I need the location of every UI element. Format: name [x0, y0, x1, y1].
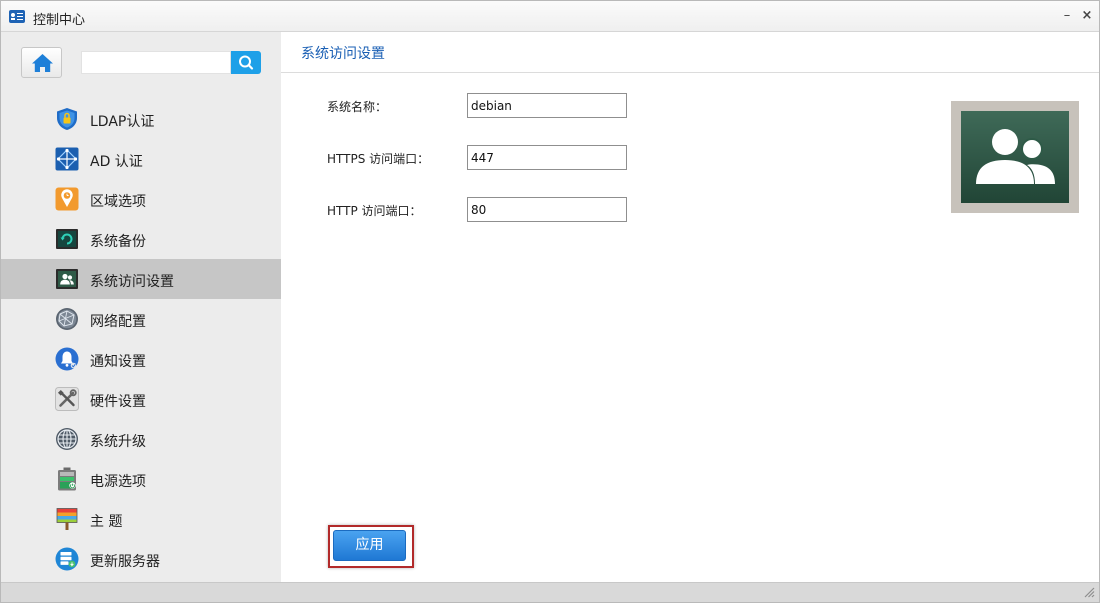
sidebar-item-label: 通知设置 [90, 354, 146, 370]
https-port-label: HTTPS 访问端口： [327, 152, 430, 166]
theme-brush-icon [56, 508, 78, 530]
access-avatar-frame [951, 101, 1079, 213]
update-server-icon [55, 547, 79, 571]
sidebar-item-label: AD 认证 [90, 154, 143, 170]
close-button[interactable]: × [1079, 8, 1095, 24]
sidebar-item-theme[interactable]: 主 题 [1, 499, 281, 539]
sidebar-item-backup[interactable]: 系统备份 [1, 219, 281, 259]
resize-grip-icon[interactable] [1084, 587, 1095, 598]
settings-nav: LDAP认证 AD 认证 区域选项 系统备份 系统访问设置 网络配置 通知设置 … [1, 99, 281, 579]
sidebar-item-label: 网络配置 [90, 314, 146, 330]
window-title: 控制中心 [33, 13, 86, 28]
sidebar-item-ldap[interactable]: LDAP认证 [1, 99, 281, 139]
ldap-shield-icon [57, 108, 77, 130]
tools-icon [55, 387, 79, 411]
content-header: 系统访问设置 [281, 32, 1099, 73]
system-name-field[interactable] [467, 93, 627, 118]
search-input[interactable] [81, 51, 231, 74]
sidebar-item-label: 区域选项 [90, 194, 146, 210]
page-title: 系统访问设置 [301, 46, 385, 62]
sidebar-item-label: 硬件设置 [90, 394, 146, 410]
battery-icon [58, 467, 76, 491]
users-icon [976, 129, 1055, 184]
apply-button[interactable]: 应用 [333, 530, 406, 561]
minimize-button[interactable]: – [1059, 8, 1075, 24]
sidebar-item-label: 系统备份 [90, 234, 146, 250]
status-bar [1, 582, 1099, 602]
sidebar-item-system-access[interactable]: 系统访问设置 [1, 259, 281, 299]
http-port-field[interactable] [467, 197, 627, 222]
search-icon [239, 55, 254, 70]
access-avatar [961, 111, 1069, 203]
users-access-icon [56, 269, 78, 289]
sidebar-item-power[interactable]: 电源选项 [1, 459, 281, 499]
sidebar: LDAP认证 AD 认证 区域选项 系统备份 系统访问设置 网络配置 通知设置 … [1, 32, 281, 582]
control-center-window: 控制中心 – × LDAP认证 AD 认证 区域选项 系统备份 系统访问设置 网… [0, 0, 1100, 603]
content-panel: 系统访问设置 系统名称： HTTPS 访问端口： HTTP 访问端口： 应用 [281, 32, 1099, 582]
sidebar-item-label: 更新服务器 [90, 554, 160, 570]
sidebar-item-label: LDAP认证 [90, 114, 155, 130]
bell-icon [55, 347, 79, 371]
https-port-field[interactable] [467, 145, 627, 170]
sidebar-item-label: 电源选项 [90, 474, 146, 490]
ad-network-icon [55, 147, 79, 171]
sidebar-item-ad[interactable]: AD 认证 [1, 139, 281, 179]
sidebar-item-label: 主 题 [90, 514, 123, 530]
http-port-label: HTTP 访问端口： [327, 204, 422, 218]
title-bar[interactable]: 控制中心 – × [1, 1, 1099, 32]
home-button[interactable] [21, 47, 62, 78]
sidebar-item-label: 系统访问设置 [90, 274, 174, 290]
control-center-icon [9, 10, 25, 23]
sidebar-item-upgrade[interactable]: 系统升级 [1, 419, 281, 459]
network-globe-icon [56, 308, 78, 330]
sidebar-item-notifications[interactable]: 通知设置 [1, 339, 281, 379]
sidebar-item-region[interactable]: 区域选项 [1, 179, 281, 219]
sidebar-item-hardware[interactable]: 硬件设置 [1, 379, 281, 419]
sidebar-item-network[interactable]: 网络配置 [1, 299, 281, 339]
region-clock-icon [55, 187, 79, 211]
system-name-label: 系统名称： [327, 100, 388, 114]
home-icon [32, 54, 53, 72]
sidebar-item-update-server[interactable]: 更新服务器 [1, 539, 281, 579]
backup-icon [56, 229, 78, 249]
upgrade-globe-icon [56, 428, 78, 450]
search-button[interactable] [231, 51, 261, 74]
sidebar-item-label: 系统升级 [90, 434, 146, 450]
